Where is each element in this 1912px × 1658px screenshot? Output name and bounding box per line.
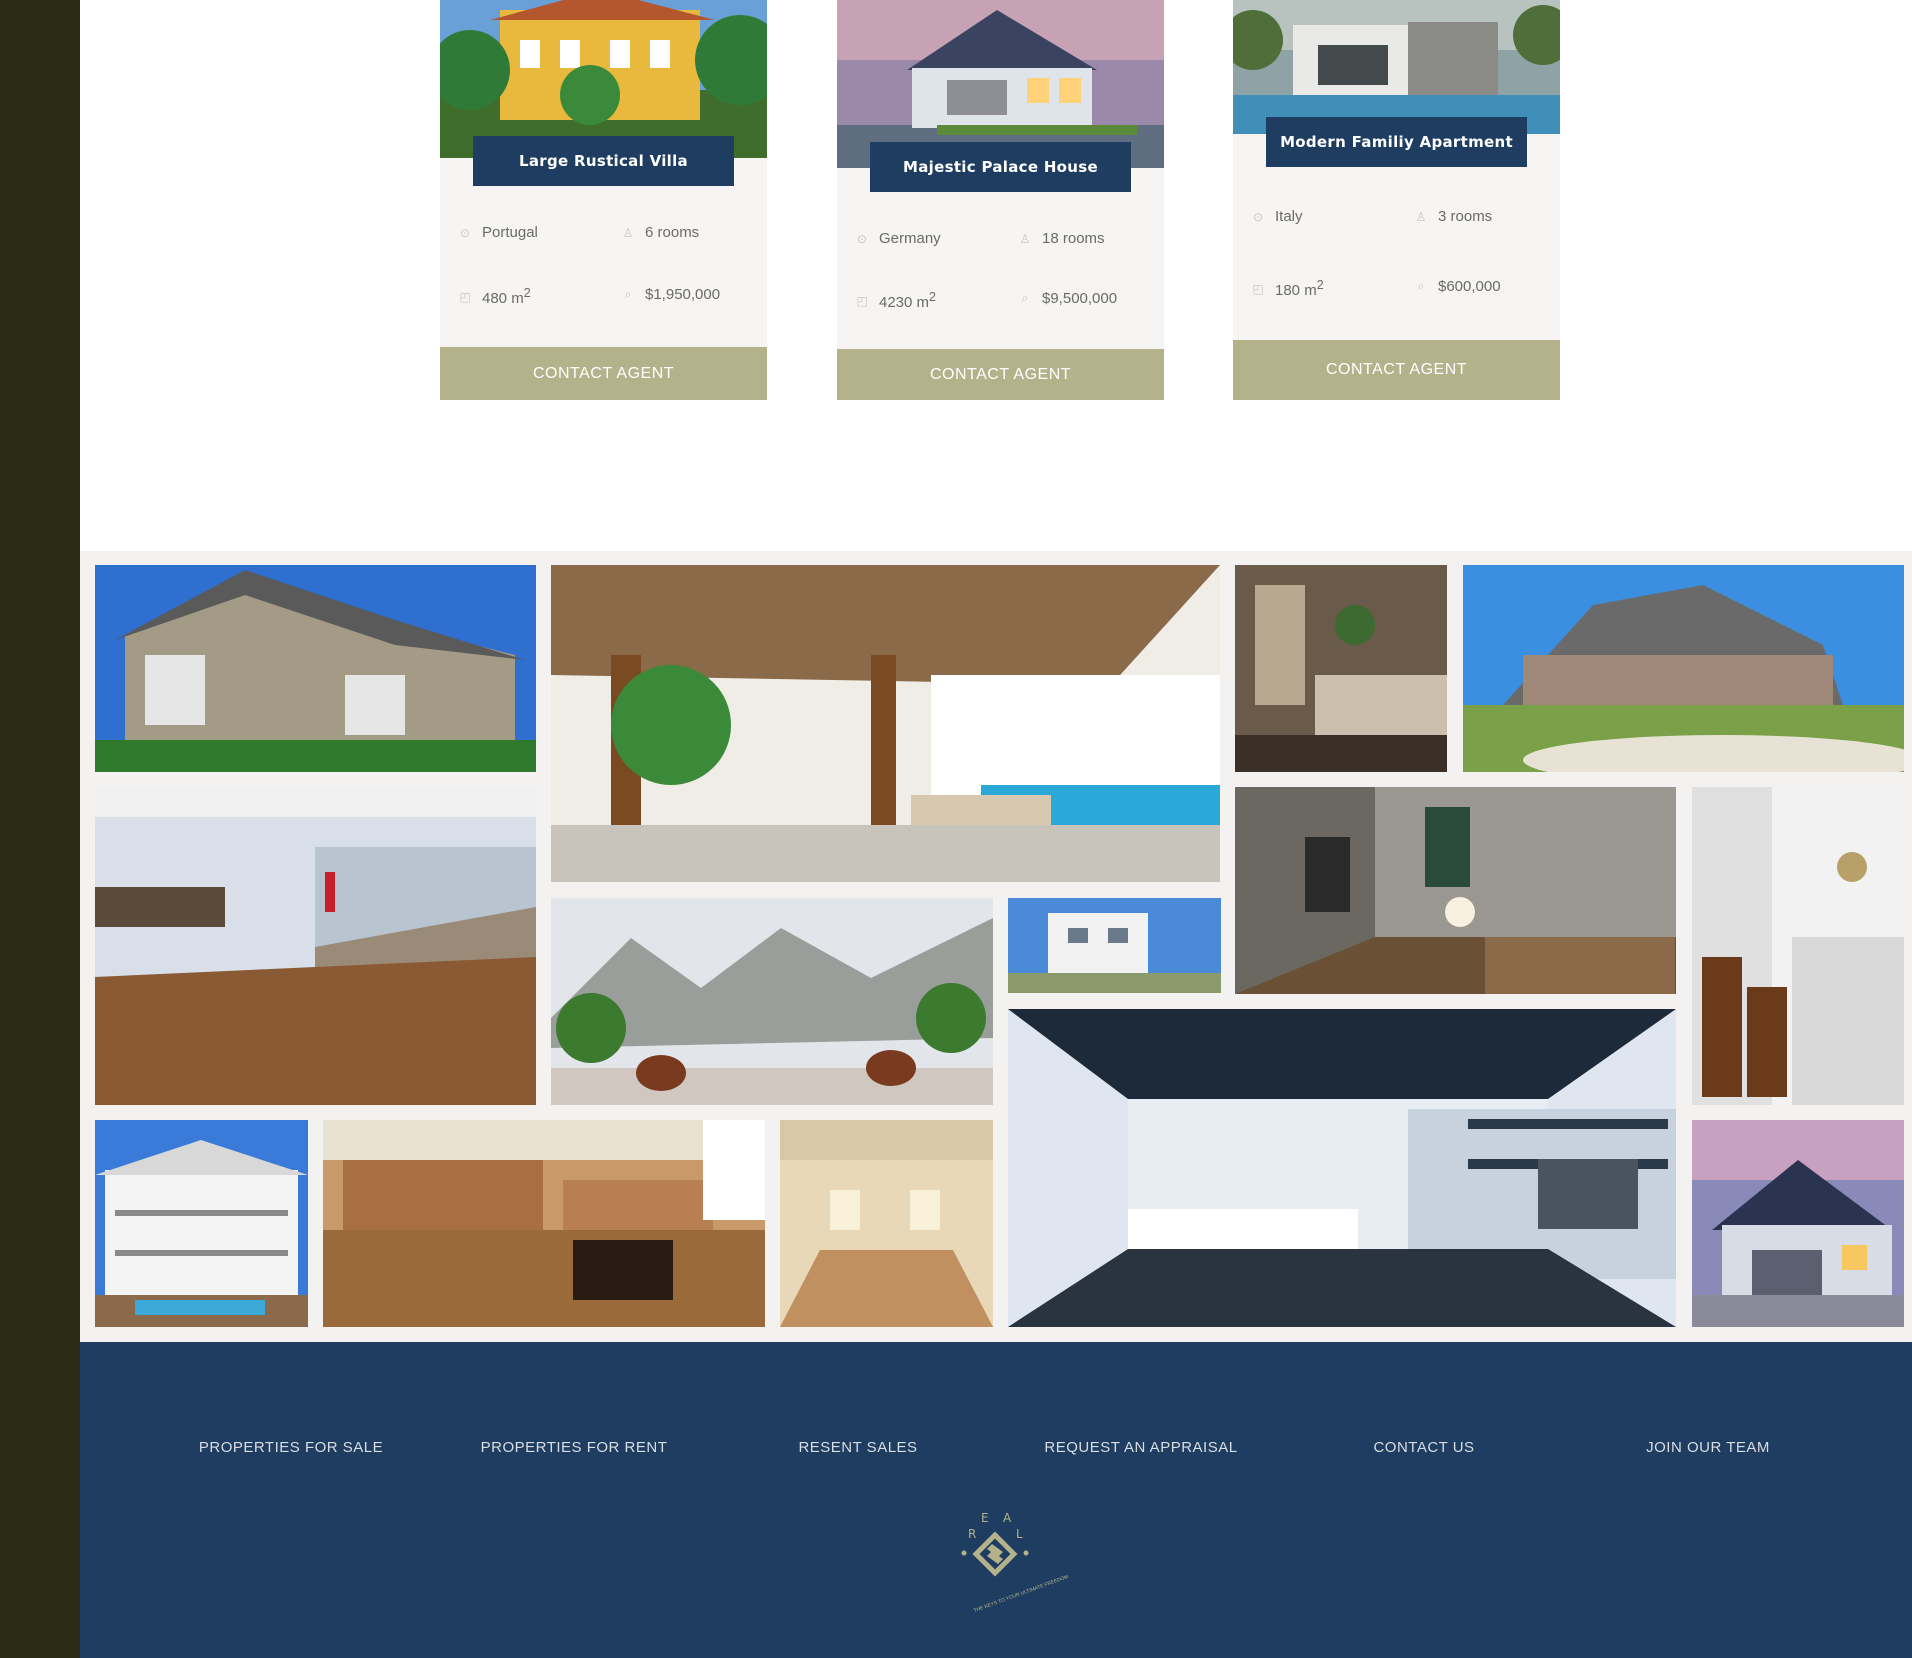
gallery-photo-wood-kitchen[interactable] <box>323 1120 765 1327</box>
property-area: ◰ 480 m2 <box>459 286 531 307</box>
area-icon: ◰ <box>856 293 868 308</box>
property-title[interactable]: Modern Familiy Apartment <box>1266 117 1527 167</box>
area-icon: ◰ <box>459 289 471 304</box>
gallery-photo-kitchen-bar[interactable] <box>1692 787 1904 1105</box>
map-pin-icon: ⊙ <box>856 231 868 246</box>
property-location: ⊙ Italy <box>1252 208 1303 225</box>
photo-gallery <box>80 551 1912 1342</box>
left-sidebar-strip <box>0 0 80 1658</box>
gallery-photo-house-exterior[interactable] <box>95 565 536 772</box>
property-card: Large Rustical Villa ⊙ Portugal ♙ 6 rooms … <box>440 0 767 400</box>
person-icon: ♙ <box>1019 231 1031 246</box>
gallery-photo-living-room[interactable] <box>1008 1009 1676 1327</box>
logo-emblem-icon <box>961 1531 1029 1577</box>
gallery-photo-plantation-house[interactable] <box>95 1120 308 1327</box>
property-rooms: ♙ 6 rooms <box>622 224 700 241</box>
property-card: Modern Familiy Apartment ⊙ Italy ♙ 3 rooms… <box>1233 0 1560 400</box>
real-logo[interactable]: R E A L THE KEYS TO YOUR ULTIMATE FREEDO… <box>950 1507 1069 1614</box>
property-price: ⌕ $600,000 <box>1414 278 1501 295</box>
site-footer: PROPERTIES FOR SALE PROPERTIES FOR RENT … <box>80 1342 1912 1658</box>
footer-link-request-appraisal[interactable]: REQUEST AN APPRAISAL <box>1044 1439 1237 1456</box>
footer-link-resent-sales[interactable]: RESENT SALES <box>798 1439 917 1456</box>
footer-link-properties-for-rent[interactable]: PROPERTIES FOR RENT <box>481 1439 668 1456</box>
gallery-photo-cliff-loft[interactable] <box>95 787 536 1105</box>
price-tag-icon: ⌕ <box>1021 291 1029 305</box>
property-card: Majestic Palace House ⊙ Germany ♙ 18 rooms… <box>837 0 1164 400</box>
contact-agent-button[interactable]: CONTACT AGENT <box>1233 340 1560 400</box>
price-tag-icon: ⌕ <box>1417 279 1425 293</box>
gallery-photo-mountain-view[interactable] <box>551 898 993 1105</box>
gallery-photo-hallway[interactable] <box>1235 787 1676 994</box>
footer-link-contact-us[interactable]: CONTACT US <box>1373 1439 1474 1456</box>
price-tag-icon: ⌕ <box>624 287 632 301</box>
gallery-photo-pool-patio[interactable] <box>551 565 1220 882</box>
footer-link-join-our-team[interactable]: JOIN OUR TEAM <box>1646 1439 1770 1456</box>
gallery-photo-white-villa[interactable] <box>1008 898 1221 993</box>
contact-agent-button[interactable]: CONTACT AGENT <box>440 347 767 400</box>
property-photo[interactable] <box>1233 0 1560 134</box>
gallery-photo-bedroom[interactable] <box>1235 565 1447 772</box>
property-photo[interactable] <box>440 0 767 158</box>
property-rooms: ♙ 3 rooms <box>1415 208 1493 225</box>
property-location: ⊙ Germany <box>856 230 941 247</box>
map-pin-icon: ⊙ <box>459 225 471 240</box>
person-icon: ♙ <box>1415 209 1427 224</box>
property-location: ⊙ Portugal <box>459 224 538 241</box>
map-pin-icon: ⊙ <box>1252 209 1264 224</box>
property-price: ⌕ $9,500,000 <box>1018 290 1117 307</box>
property-rooms: ♙ 18 rooms <box>1019 230 1105 247</box>
property-area: ◰ 4230 m2 <box>856 290 936 311</box>
property-area: ◰ 180 m2 <box>1252 278 1324 299</box>
contact-agent-button[interactable]: CONTACT AGENT <box>837 349 1164 400</box>
person-icon: ♙ <box>622 225 634 240</box>
gallery-photo-stone-house[interactable] <box>1463 565 1904 772</box>
gallery-photo-empty-room[interactable] <box>780 1120 993 1327</box>
area-icon: ◰ <box>1252 281 1264 296</box>
property-title[interactable]: Majestic Palace House <box>870 142 1131 192</box>
gallery-photo-blue-house[interactable] <box>1692 1120 1904 1327</box>
property-price: ⌕ $1,950,000 <box>621 286 720 303</box>
footer-link-properties-for-sale[interactable]: PROPERTIES FOR SALE <box>199 1439 383 1456</box>
property-title[interactable]: Large Rustical Villa <box>473 136 734 186</box>
